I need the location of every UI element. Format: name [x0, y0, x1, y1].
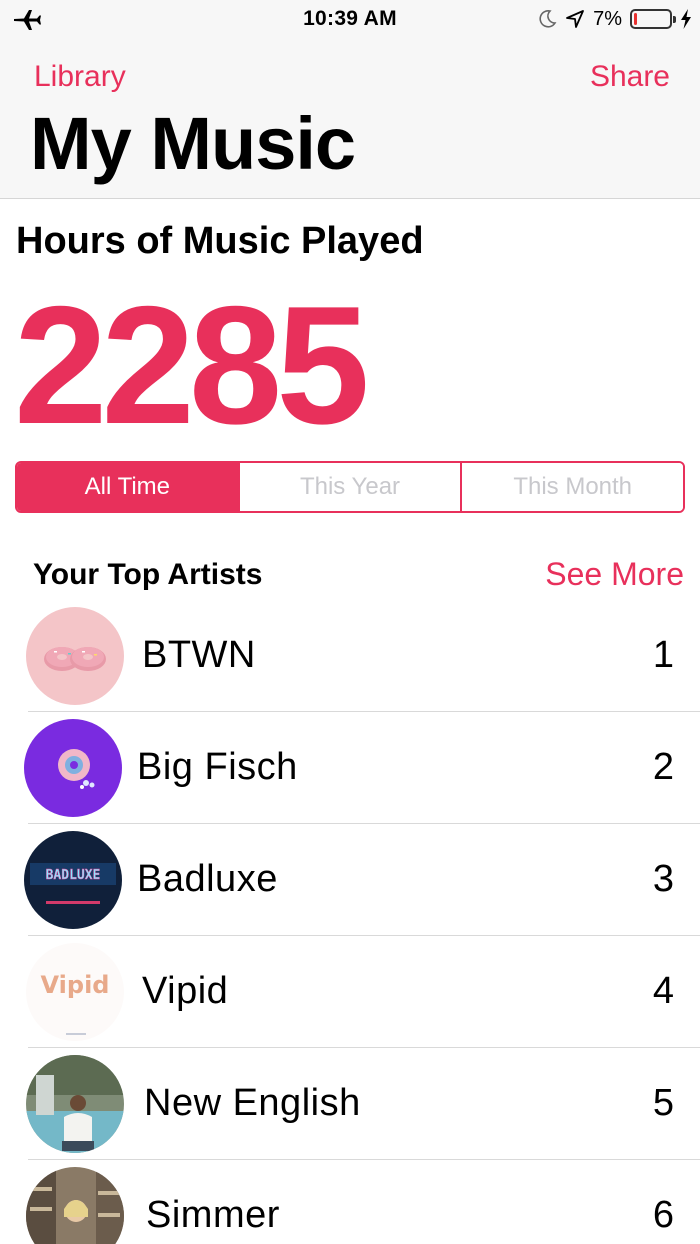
artist-name: BTWN	[142, 634, 256, 676]
portrait-photo-artwork	[26, 1167, 124, 1244]
top-artists-list: BTWN 1 Big Fisch 2 BADLUXE Badluxe 3 Vip…	[0, 600, 700, 1244]
vipid-logo-artwork: Vipid	[26, 943, 124, 1041]
artist-name: Vipid	[142, 970, 229, 1012]
artist-row[interactable]: New English 5	[0, 1048, 700, 1160]
period-segmented-control: All Time This Year This Month	[15, 461, 685, 513]
battery-percentage: 7%	[593, 7, 622, 30]
artist-name: Big Fisch	[137, 746, 298, 788]
badluxe-neon-artwork: BADLUXE	[24, 831, 122, 929]
hours-heading: Hours of Music Played	[16, 220, 424, 262]
top-artists-heading: Your Top Artists	[33, 558, 263, 591]
status-bar: 10:39 AM 7%	[0, 0, 700, 40]
location-arrow-icon	[566, 10, 584, 28]
artist-rank: 6	[652, 1194, 674, 1236]
artist-rank: 2	[652, 746, 674, 788]
badluxe-artwork-text: BADLUXE	[46, 868, 101, 883]
artist-rank: 3	[652, 858, 674, 900]
library-back-button[interactable]: Library	[34, 60, 126, 94]
navigation-header: 10:39 AM 7% Library Share My Music	[0, 0, 700, 199]
vipid-artwork-text: Vipid	[41, 971, 110, 999]
segment-this-year[interactable]: This Year	[237, 463, 461, 511]
artist-row[interactable]: Big Fisch 2	[0, 712, 700, 824]
artist-row[interactable]: Simmer 6	[0, 1160, 700, 1244]
artist-row[interactable]: BTWN 1	[0, 600, 700, 712]
artist-row[interactable]: BADLUXE Badluxe 3	[0, 824, 700, 936]
page-title: My Music	[30, 102, 356, 185]
hours-played-value: 2285	[14, 271, 370, 459]
segment-this-month[interactable]: This Month	[460, 463, 683, 511]
pink-donuts-artwork	[26, 607, 124, 705]
battery-fill	[634, 13, 638, 25]
share-button[interactable]: Share	[590, 60, 670, 94]
artist-rank: 4	[652, 970, 674, 1012]
purple-donut-artwork	[24, 719, 122, 817]
charging-bolt-icon	[681, 9, 691, 29]
artist-rank: 5	[652, 1082, 674, 1124]
artist-name: Simmer	[146, 1194, 280, 1236]
artist-name: New English	[144, 1082, 361, 1124]
status-right-cluster: 7%	[537, 6, 692, 32]
waterfall-photo-artwork	[26, 1055, 124, 1153]
artist-name: Badluxe	[137, 858, 278, 900]
segment-all-time[interactable]: All Time	[17, 463, 238, 511]
see-more-link[interactable]: See More	[545, 556, 684, 593]
moon-icon	[539, 10, 557, 28]
battery-icon	[630, 9, 676, 29]
artist-row[interactable]: Vipid Vipid 4	[0, 936, 700, 1048]
artist-rank: 1	[652, 634, 674, 676]
